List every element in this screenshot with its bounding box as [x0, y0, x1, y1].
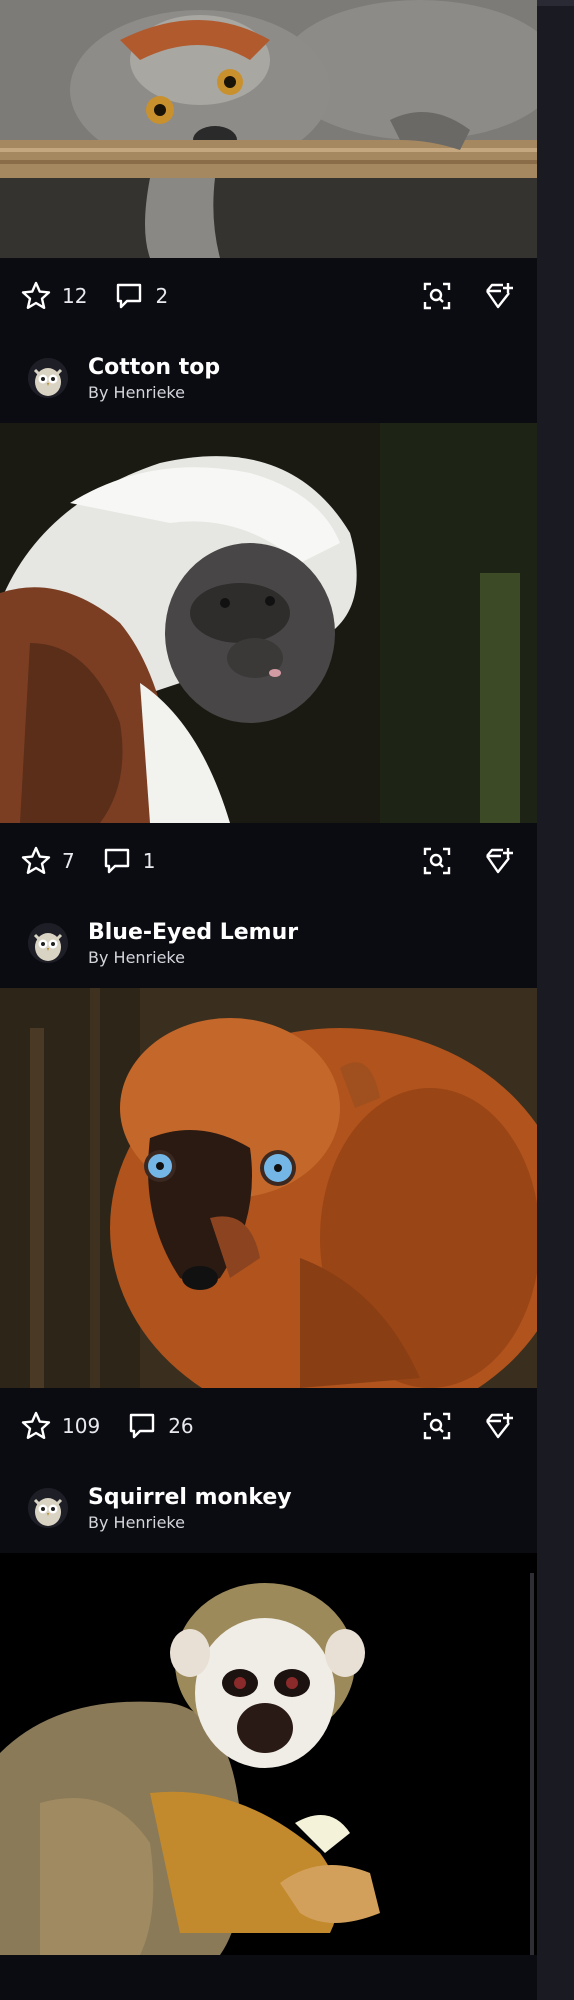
owl-avatar[interactable]	[28, 923, 68, 963]
blue-eyed-lemur-photo	[0, 988, 537, 1388]
owl-avatar-icon	[28, 358, 68, 398]
post-image[interactable]	[0, 1553, 537, 1955]
star-count: 109	[62, 1413, 101, 1438]
star-icon	[21, 846, 51, 874]
comment-count: 1	[142, 848, 156, 873]
post-actions: 12 2	[0, 258, 537, 333]
star-count: 12	[62, 283, 88, 308]
post-header: Blue-Eyed Lemur By Henrieke	[0, 898, 537, 988]
image-feed: 12 2 Cotton top By Henrieke 7 1 Blue-Eye…	[0, 0, 537, 1955]
crowned-lemur-photo	[0, 0, 537, 258]
scrollbar-track[interactable]	[537, 0, 574, 2000]
star-icon	[21, 1411, 51, 1439]
star-button[interactable]: 12	[20, 280, 87, 312]
comment-icon	[117, 283, 142, 308]
comment-button[interactable]: 1	[101, 845, 156, 877]
star-button[interactable]: 7	[20, 845, 75, 877]
comment-icon	[129, 1413, 155, 1438]
post-header: Cotton top By Henrieke	[0, 333, 537, 423]
gem-plus-icon[interactable]	[483, 845, 515, 877]
zoom-icon[interactable]	[421, 280, 453, 312]
gem-plus-icon[interactable]	[483, 1410, 515, 1442]
star-button[interactable]: 109	[20, 1410, 100, 1442]
post-actions: 109 26	[0, 1388, 537, 1463]
comment-count: 2	[155, 283, 169, 308]
post-image[interactable]	[0, 0, 537, 258]
owl-avatar[interactable]	[28, 358, 68, 398]
owl-avatar-icon	[28, 923, 68, 963]
squirrel-monkey-photo	[0, 1553, 537, 1955]
post-header: Squirrel monkey By Henrieke	[0, 1463, 537, 1553]
post-author[interactable]: By Henrieke	[88, 948, 298, 967]
comment-button[interactable]: 2	[113, 280, 168, 312]
owl-avatar[interactable]	[28, 1488, 68, 1528]
post-image[interactable]	[0, 988, 537, 1388]
comment-icon	[104, 848, 129, 873]
star-icon	[21, 281, 51, 309]
post-actions: 7 1	[0, 823, 537, 898]
post-title[interactable]: Blue-Eyed Lemur	[88, 920, 298, 945]
post-image[interactable]	[0, 423, 537, 823]
post-author[interactable]: By Henrieke	[88, 383, 220, 402]
post-title[interactable]: Cotton top	[88, 355, 220, 380]
zoom-icon[interactable]	[421, 1410, 453, 1442]
comment-button[interactable]: 26	[126, 1410, 194, 1442]
comment-count: 26	[168, 1413, 194, 1438]
owl-avatar-icon	[28, 1488, 68, 1528]
cotton-top-photo	[0, 423, 537, 823]
scrollbar-top	[537, 0, 574, 6]
post-author[interactable]: By Henrieke	[88, 1513, 292, 1532]
post-title[interactable]: Squirrel monkey	[88, 1485, 292, 1510]
zoom-icon[interactable]	[421, 845, 453, 877]
gem-plus-icon[interactable]	[483, 280, 515, 312]
star-count: 7	[62, 848, 75, 873]
